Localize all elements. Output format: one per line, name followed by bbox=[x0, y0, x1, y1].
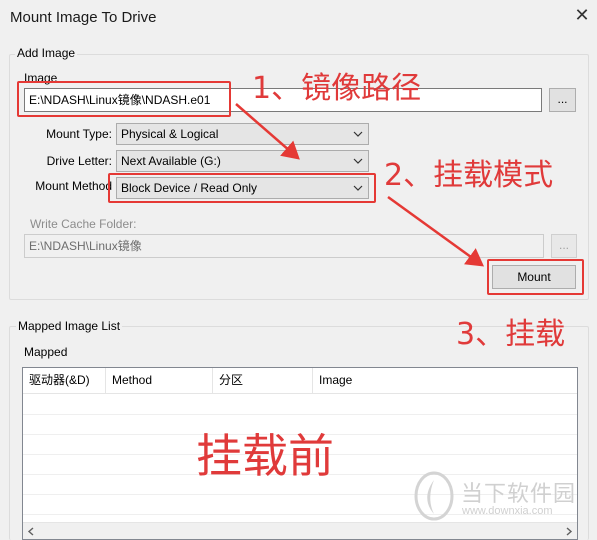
watermark-url: www.downxia.com bbox=[462, 505, 553, 517]
annotation-step3: 3、挂载 bbox=[456, 317, 566, 352]
arrow-step2 bbox=[387, 195, 485, 267]
watermark-name: 当下软件园 bbox=[461, 481, 577, 506]
annotation-before: 挂载前 bbox=[196, 429, 334, 483]
annotation-step2: 2、挂载模式 bbox=[384, 158, 554, 193]
annotation-step1: 1、镜像路径 bbox=[252, 71, 422, 106]
arrow-step1 bbox=[235, 103, 300, 160]
watermark-logo-icon bbox=[414, 471, 454, 521]
